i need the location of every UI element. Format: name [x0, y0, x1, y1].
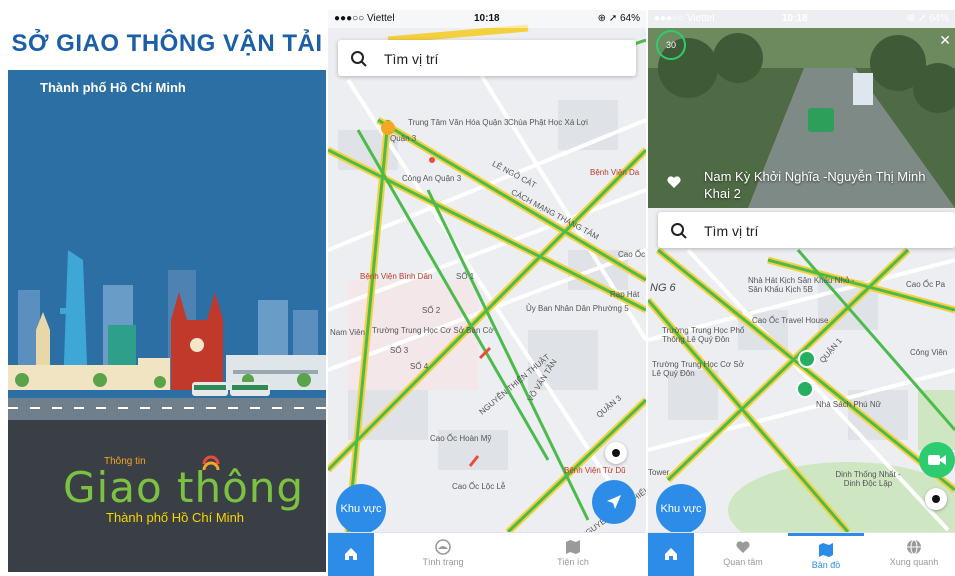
map-label: Ủy Ban Nhân Dân Phường 5 [526, 304, 629, 313]
map-label: SỐ 3 [390, 346, 409, 355]
search-bar[interactable]: Tìm vị trí [658, 212, 955, 248]
search-placeholder: Tìm vị trí [384, 51, 439, 67]
compass-button[interactable] [925, 488, 947, 510]
map-label: Công An Quận 3 [402, 174, 462, 183]
map-label: Bệnh Viện Bình Dân [360, 272, 433, 281]
screenshot-collage: SỞ GIAO THÔNG VẬN TẢI Thành phố Hồ Chí M… [0, 0, 955, 576]
map-label: Trung Tâm Văn Hóa Quận 3 [408, 118, 509, 127]
map-label: Cao Ốc Lộc Lễ [452, 482, 506, 491]
battery-indicator: ⊕ ➚ 64% [597, 13, 640, 24]
traffic-light-icon [202, 455, 220, 471]
map-label: Trường Trung Học Phổ Thông Lê Quý Đôn [662, 326, 745, 344]
home-icon [665, 548, 677, 560]
map-view[interactable] [328, 10, 646, 532]
map-label: Trường Trung Học Cơ Sở Bàn Cờ [372, 326, 494, 335]
navigation-arrow-icon [607, 495, 621, 509]
map-label: Dinh Thống Nhất - Dinh Độc Lập [835, 470, 901, 488]
city-skyline-illustration [8, 250, 326, 396]
map-label: Rạp Hát [610, 290, 640, 299]
map-label: Bệnh Viện Da [590, 168, 640, 177]
camera-caption: Nam Kỳ Khởi Nghĩa -Nguyễn Thị Minh Khai … [704, 169, 926, 201]
map-label: Cao Ốc Hoàn Mỹ [430, 434, 492, 443]
battery-indicator: ⊕ ➚ 64% [906, 13, 949, 24]
compass-button[interactable] [605, 442, 627, 464]
map-label: Cao Ốc Pa [906, 280, 946, 289]
map-label: Nhà Sách Phú Nữ [816, 400, 881, 409]
tab-label: Quan tâm [723, 557, 763, 567]
refresh-timer: 30 [656, 30, 686, 60]
map-label: Tower [648, 468, 670, 477]
splash-screen: SỞ GIAO THÔNG VẬN TẢI Thành phố Hồ Chí M… [8, 10, 326, 572]
splash-subtitle: Thành phố Hồ Chí Minh [40, 80, 186, 95]
tab-home[interactable] [648, 533, 694, 576]
traffic-status-icon [435, 539, 451, 555]
map-label: Nhà Hát Kịch Sân Khấu Nhỏ - Sân Khấu Kịc… [748, 276, 855, 294]
video-camera-icon [928, 455, 946, 465]
tab-favorites[interactable]: Quan tâm [708, 533, 778, 576]
heart-icon [736, 541, 750, 553]
bus-stop-icon[interactable] [796, 380, 814, 398]
map-label: Trường Trung Học Cơ Sở Lê Quý Đôn [652, 360, 744, 378]
tab-label: Bản đồ [811, 560, 841, 570]
home-icon [345, 548, 357, 560]
map-label: Quận 3 [390, 134, 417, 143]
search-icon [671, 223, 687, 239]
locate-me-button[interactable] [592, 480, 636, 524]
bottom-tab-bar: Tình trạng Tiện ích [328, 532, 646, 576]
splash-road-markings [8, 407, 326, 409]
splash-road [8, 398, 326, 420]
status-bar: ●●●○○ Viettel 10:18 ⊕ ➚ 64% [648, 10, 955, 28]
map-label: SỐ 4 [410, 362, 429, 371]
tab-home[interactable] [328, 533, 374, 576]
search-bar[interactable]: Tìm vị trí [338, 40, 636, 76]
tab-label: Xung quanh [889, 557, 939, 567]
search-placeholder: Tìm vị trí [704, 223, 759, 239]
map-label: NG 6 [650, 282, 676, 294]
map-label: Công Viên [910, 348, 948, 357]
clock: 10:18 [474, 13, 500, 24]
tab-label: Tiện ích [557, 557, 589, 567]
logo-subtitle: Thành phố Hồ Chí Minh [106, 510, 245, 525]
bus-stop-icon[interactable] [798, 350, 816, 368]
tab-map[interactable]: Bản đồ [788, 533, 864, 576]
logo-giao-thong: Giao thông [63, 463, 305, 512]
heart-icon[interactable] [666, 174, 682, 190]
clock: 10:18 [782, 13, 808, 24]
tab-utilities[interactable]: Tiện ích [528, 533, 618, 576]
map-label: SỐ 1 [456, 272, 475, 281]
area-button[interactable]: Khu vực [336, 484, 386, 534]
map-icon [819, 543, 833, 557]
search-icon [351, 51, 367, 67]
tab-nearby[interactable]: Xung quanh [876, 533, 952, 576]
map-label: Bệnh Viện Từ Dũ [564, 466, 626, 475]
map-utility-icon [566, 540, 580, 554]
camera-map-screen: 30 ✕ Nam Kỳ Khởi Nghĩa -Nguyễn Thị Minh … [648, 10, 955, 576]
camera-button[interactable] [919, 442, 955, 478]
splash-title: SỞ GIAO THÔNG VẬN TẢI [11, 30, 323, 57]
tab-label: Tình trạng [422, 557, 464, 567]
map-label: Cao Ốc Travel House [752, 316, 829, 325]
area-button[interactable]: Khu vực [656, 484, 706, 534]
map-label: Cao Ốc [618, 250, 646, 259]
tab-traffic-status[interactable]: Tình trạng [398, 533, 488, 576]
bottom-tab-bar: Quan tâm Bản đồ Xung quanh [648, 532, 955, 576]
close-icon[interactable]: ✕ [939, 32, 951, 49]
map-label: Chùa Phật Học Xá Lợi [508, 118, 588, 127]
carrier-label: ●●●○○ Viettel [654, 13, 715, 24]
traffic-camera-view[interactable]: 30 ✕ Nam Kỳ Khởi Nghĩa -Nguyễn Thị Minh … [648, 28, 955, 208]
status-bar: ●●●○○ Viettel 10:18 ⊕ ➚ 64% [328, 10, 646, 28]
map-label: SỐ 2 [422, 306, 441, 315]
map-screen: ●●●○○ Viettel 10:18 ⊕ ➚ 64% Tìm vị trí Q… [328, 10, 646, 576]
globe-icon [907, 539, 921, 555]
carrier-label: ●●●○○ Viettel [334, 13, 395, 24]
map-label: Nam Viên [330, 328, 365, 337]
